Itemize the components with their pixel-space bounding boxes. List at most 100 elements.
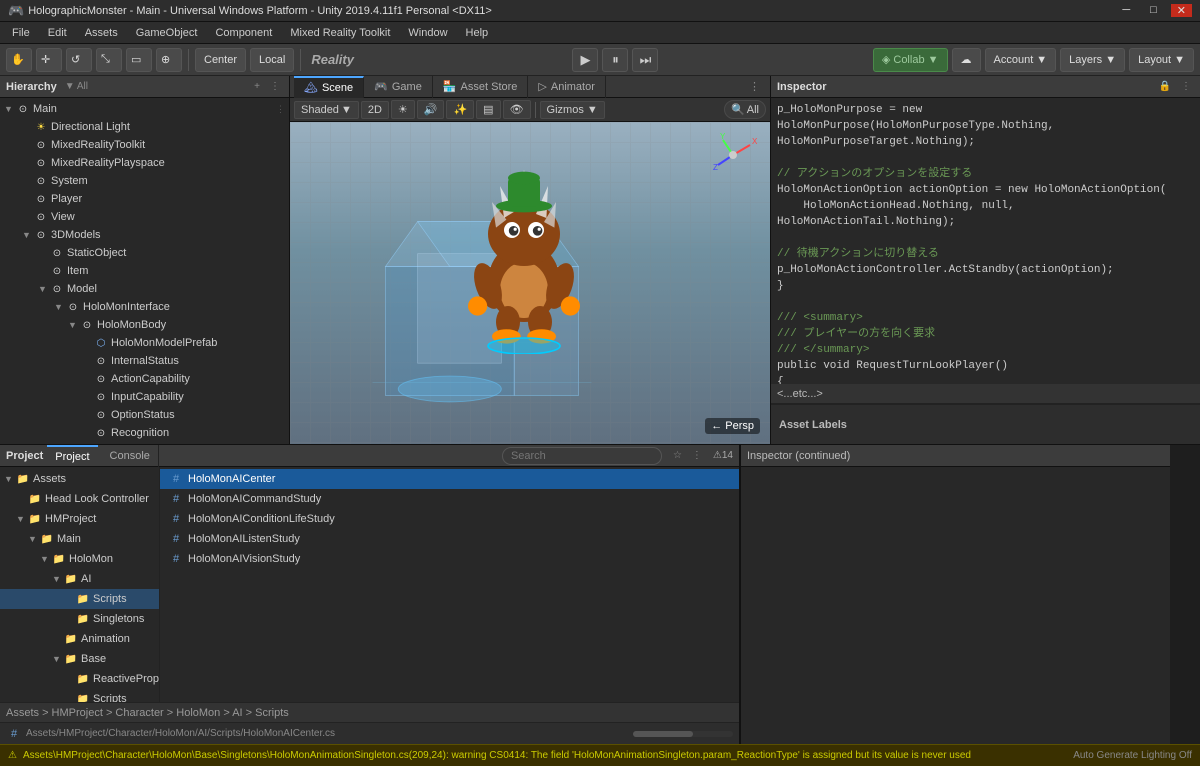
prefab-icon-hmp: ⬡ bbox=[94, 336, 108, 350]
project-search-input[interactable] bbox=[502, 447, 662, 465]
tree-view[interactable]: ⊙ View bbox=[0, 208, 289, 226]
file-holomon-ai-center[interactable]: # HoloMonAICenter bbox=[160, 469, 739, 489]
scene-search[interactable]: 🔍 All bbox=[724, 100, 766, 119]
inspector-bottom-header: Inspector (continued) bbox=[741, 445, 1170, 467]
asset-animation[interactable]: 📁 Animation bbox=[0, 629, 159, 649]
hierarchy-title: Hierarchy bbox=[6, 81, 57, 93]
account-button[interactable]: Account ▼ bbox=[985, 48, 1057, 72]
tab-console[interactable]: Console bbox=[102, 445, 159, 467]
maximize-button[interactable]: □ bbox=[1144, 4, 1163, 17]
tree-holomon-body[interactable]: ▼ ⊙ HoloMonBody bbox=[0, 316, 289, 334]
tree-mrps[interactable]: ⊙ MixedRealityPlayspace bbox=[0, 154, 289, 172]
menu-component[interactable]: Component bbox=[207, 25, 280, 41]
asset-base-scripts[interactable]: 📁 Scripts bbox=[0, 689, 159, 702]
minimize-button[interactable]: ─ bbox=[1116, 4, 1136, 17]
close-button[interactable]: ✕ bbox=[1171, 4, 1192, 17]
center-button[interactable]: Center bbox=[195, 48, 246, 72]
move-tool[interactable]: ✛ bbox=[36, 48, 62, 72]
file-holomon-ai-condition[interactable]: # HoloMonAIConditionLifeStudy bbox=[160, 509, 739, 529]
tree-holomon-interface[interactable]: ▼ ⊙ HoloMonInterface bbox=[0, 298, 289, 316]
tree-3dmodels[interactable]: ▼ ⊙ 3DModels bbox=[0, 226, 289, 244]
local-button[interactable]: Local bbox=[250, 48, 294, 72]
project-tab-label: Project bbox=[55, 451, 89, 463]
tree-system[interactable]: ⊙ System bbox=[0, 172, 289, 190]
file-holomon-ai-vision[interactable]: # HoloMonAIVisionStudy bbox=[160, 549, 739, 569]
layout-button[interactable]: Layout ▼ bbox=[1129, 48, 1194, 72]
asset-scripts[interactable]: 📁 Scripts bbox=[0, 589, 159, 609]
gizmos-button[interactable]: Gizmos ▼ bbox=[540, 101, 605, 119]
tree-main[interactable]: ▼ ⊙ Main ⋮ bbox=[0, 100, 289, 118]
menu-gameobject[interactable]: GameObject bbox=[128, 25, 206, 41]
layout-label: Layout bbox=[1138, 54, 1171, 66]
inspector-lock-button[interactable]: 🔒 bbox=[1156, 81, 1174, 92]
scale-tool[interactable]: ⤡ bbox=[96, 48, 122, 72]
scene-viewport[interactable]: X Y Z ← Persp bbox=[290, 122, 770, 444]
etc-label[interactable]: <...etc...> bbox=[771, 384, 1200, 404]
tab-project[interactable]: Project bbox=[47, 445, 97, 467]
file-holomon-ai-listen[interactable]: # HoloMonAIListenStudy bbox=[160, 529, 739, 549]
step-button[interactable]: ⏭ bbox=[632, 48, 658, 72]
audio-button[interactable]: 🔊 bbox=[417, 100, 445, 119]
asset-character[interactable]: ▼ 📁 Main bbox=[0, 529, 159, 549]
asset-hmproject[interactable]: ▼ 📁 HMProject bbox=[0, 509, 159, 529]
tree-internal-status[interactable]: ⊙ InternalStatus bbox=[0, 352, 289, 370]
inspector-menu-button[interactable]: ⋮ bbox=[1178, 81, 1194, 92]
scene-options-button[interactable]: ⋮ bbox=[743, 80, 766, 93]
file-holomon-ai-command[interactable]: # HoloMonAICommandStudy bbox=[160, 489, 739, 509]
asset-head-look[interactable]: 📁 Head Look Controller bbox=[0, 489, 159, 509]
menu-mixed-reality[interactable]: Mixed Reality Toolkit bbox=[282, 25, 398, 41]
hierarchy-menu-button[interactable]: ⋮ bbox=[267, 81, 283, 92]
inspector-header: Inspector 🔒 ⋮ bbox=[771, 76, 1200, 98]
tab-asset-store[interactable]: 🏪 Asset Store bbox=[433, 76, 529, 98]
menu-edit[interactable]: Edit bbox=[40, 25, 75, 41]
favorites-button[interactable]: ☆ bbox=[670, 450, 685, 461]
play-button[interactable]: ▶ bbox=[572, 48, 598, 72]
hidden-objects-button[interactable]: 👁 bbox=[503, 100, 531, 119]
asset-assets[interactable]: ▼ 📁 Assets bbox=[0, 469, 159, 489]
effects-button[interactable]: ✨ bbox=[446, 100, 474, 119]
tree-player[interactable]: ⊙ Player bbox=[0, 190, 289, 208]
transform-tool[interactable]: ⊕ bbox=[156, 48, 182, 72]
rect-tool[interactable]: ▭ bbox=[126, 48, 152, 72]
asset-base[interactable]: ▼ 📁 Base bbox=[0, 649, 159, 669]
tree-action-capability[interactable]: ⊙ ActionCapability bbox=[0, 370, 289, 388]
tab-animator[interactable]: ▷ Animator bbox=[528, 76, 606, 98]
asset-reactive[interactable]: 📁 ReactiveProper bbox=[0, 669, 159, 689]
warning-message: Assets\HMProject\Character\HoloMon\Base\… bbox=[23, 750, 1065, 761]
shading-dropdown[interactable]: Shaded ▼ bbox=[294, 101, 359, 119]
lighting-button[interactable]: ☀ bbox=[391, 100, 415, 119]
layers-button[interactable]: Layers ▼ bbox=[1060, 48, 1125, 72]
inspector-bottom: Inspector (continued) bbox=[740, 445, 1170, 744]
code-comment: /// プレイヤーの方を向く要求 bbox=[777, 326, 1194, 342]
collab-button[interactable]: ◈ Collab ▼ bbox=[873, 48, 948, 72]
menu-assets[interactable]: Assets bbox=[77, 25, 126, 41]
tree-item[interactable]: ⊙ Item bbox=[0, 262, 289, 280]
cloud-button[interactable]: ☁ bbox=[952, 48, 981, 72]
asset-singletons[interactable]: 📁 Singletons bbox=[0, 609, 159, 629]
pause-button[interactable]: ⏸ bbox=[602, 48, 628, 72]
tab-scene[interactable]: 🏔 Scene bbox=[294, 76, 364, 98]
menu-window[interactable]: Window bbox=[400, 25, 455, 41]
tree-holomon-model-prefab[interactable]: ⬡ HoloMonModelPrefab bbox=[0, 334, 289, 352]
asset-ai[interactable]: ▼ 📁 AI bbox=[0, 569, 159, 589]
tree-recognition[interactable]: ⊙ Recognition bbox=[0, 424, 289, 442]
tab-game[interactable]: 🎮 Game bbox=[364, 76, 433, 98]
tree-model[interactable]: ▼ ⊙ Model bbox=[0, 280, 289, 298]
2d-button[interactable]: 2D bbox=[361, 101, 389, 119]
tree-directional-light[interactable]: ☀ Directional Light bbox=[0, 118, 289, 136]
titlebar-title: HolographicMonster - Main - Universal Wi… bbox=[28, 5, 492, 17]
go-icon-3dmodels: ⊙ bbox=[34, 228, 48, 242]
tree-option-status[interactable]: ⊙ OptionStatus bbox=[0, 406, 289, 424]
tree-input-capability[interactable]: ⊙ InputCapability bbox=[0, 388, 289, 406]
tree-static-object[interactable]: ⊙ StaticObject bbox=[0, 244, 289, 262]
project-menu-button[interactable]: ⋮ bbox=[689, 450, 705, 461]
rotate-tool[interactable]: ↺ bbox=[66, 48, 92, 72]
menu-help[interactable]: Help bbox=[458, 25, 497, 41]
asset-holomon[interactable]: ▼ 📁 HoloMon bbox=[0, 549, 159, 569]
tree-mrtk[interactable]: ⊙ MixedRealityToolkit bbox=[0, 136, 289, 154]
scene-view-options[interactable]: ▤ bbox=[476, 100, 500, 119]
hand-tool[interactable]: ✋ bbox=[6, 48, 32, 72]
asset-count-badge: ⚠14 bbox=[713, 450, 733, 461]
hierarchy-add-button[interactable]: + bbox=[251, 81, 263, 92]
menu-file[interactable]: File bbox=[4, 25, 38, 41]
